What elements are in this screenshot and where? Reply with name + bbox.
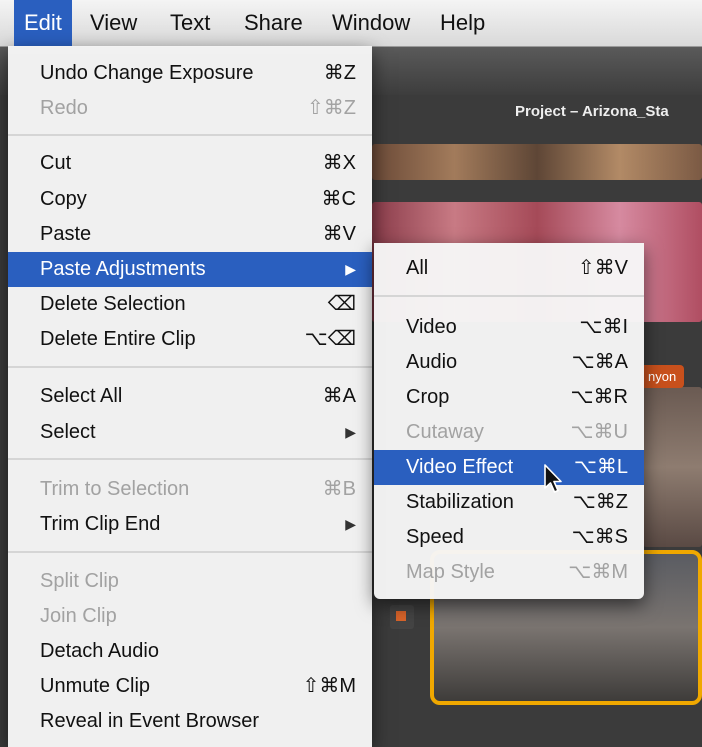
menu-bar: Edit View Text Share Window Help: [0, 0, 702, 47]
submenu-item-all[interactable]: All ⇧⌘V: [374, 251, 644, 286]
shortcut: ⌥⌘L: [573, 456, 628, 478]
shortcut: ⌥⌘S: [571, 526, 628, 548]
submenu-arrow-icon: ▶: [345, 424, 356, 440]
label: Copy: [40, 188, 87, 210]
label: Paste: [40, 223, 92, 245]
submenu-item-video-effect[interactable]: Video Effect ⌥⌘L: [374, 450, 644, 485]
label: Audio: [406, 351, 458, 373]
mouse-pointer-icon: [544, 464, 562, 493]
menu-item-trim-to-selection: Trim to Selection ⌘B: [8, 472, 372, 507]
menu-view[interactable]: View: [90, 0, 137, 46]
menu-window[interactable]: Window: [332, 0, 410, 46]
menu-text[interactable]: Text: [170, 0, 210, 46]
shortcut: ⇧⌘Z: [307, 97, 356, 119]
label: Split Clip: [40, 570, 119, 592]
clip-title-tag[interactable]: nyon: [640, 365, 685, 388]
menu-item-redo: Redo ⇧⌘Z: [8, 91, 372, 126]
menu-separator: [8, 551, 372, 553]
label: Crop: [406, 386, 450, 408]
clip-badge-icon[interactable]: [390, 605, 414, 629]
menu-item-paste-adjustments[interactable]: Paste Adjustments ▶: [8, 252, 372, 287]
label: Select All: [40, 385, 123, 407]
menu-item-cut[interactable]: Cut ⌘X: [8, 146, 372, 181]
menu-item-join-clip: Join Clip: [8, 599, 372, 634]
menu-separator: [374, 295, 644, 297]
label: Trim Clip End: [40, 513, 161, 535]
label: Stabilization: [406, 491, 514, 513]
menu-help[interactable]: Help: [440, 0, 485, 46]
menu-separator: [8, 134, 372, 136]
shortcut: ⌥⌘A: [571, 351, 628, 373]
shortcut: ⌘A: [322, 385, 356, 407]
paste-adjustments-submenu: All ⇧⌘V Video ⌥⌘I Audio ⌥⌘A Crop ⌥⌘R Cut…: [374, 243, 644, 599]
label: Reveal in Event Browser: [40, 710, 259, 732]
label: Video: [406, 316, 457, 338]
label: Cutaway: [406, 421, 484, 443]
menu-item-split-clip: Split Clip: [8, 564, 372, 599]
menu-item-select[interactable]: Select ▶: [8, 415, 372, 450]
label: Delete Selection: [40, 293, 186, 315]
submenu-item-audio[interactable]: Audio ⌥⌘A: [374, 345, 644, 380]
menu-item-unmute-clip[interactable]: Unmute Clip ⇧⌘M: [8, 669, 372, 704]
label: Undo Change Exposure: [40, 62, 254, 84]
submenu-item-video[interactable]: Video ⌥⌘I: [374, 310, 644, 345]
label: Select: [40, 421, 96, 443]
label: Paste Adjustments: [40, 258, 206, 280]
project-title: Project – Arizona_Sta: [515, 103, 669, 120]
shortcut: ⌥⌘I: [579, 316, 628, 338]
menu-separator: [8, 366, 372, 368]
submenu-item-crop[interactable]: Crop ⌥⌘R: [374, 380, 644, 415]
submenu-item-map-style: Map Style ⌥⌘M: [374, 555, 644, 590]
menu-item-detach-audio[interactable]: Detach Audio: [8, 634, 372, 669]
menu-edit[interactable]: Edit: [14, 0, 72, 46]
submenu-arrow-icon: ▶: [345, 261, 356, 277]
label: Delete Entire Clip: [40, 328, 196, 350]
label: Trim to Selection: [40, 478, 190, 500]
label: Cut: [40, 152, 72, 174]
shortcut: ⌘B: [322, 478, 356, 500]
submenu-item-stabilization[interactable]: Stabilization ⌥⌘Z: [374, 485, 644, 520]
shortcut: ⌫: [327, 293, 356, 315]
shortcut: ⌘Z: [323, 62, 356, 84]
label: Join Clip: [40, 605, 117, 627]
shortcut: ⇧⌘V: [577, 257, 628, 279]
label: Video Effect: [406, 456, 514, 478]
menu-item-delete-entire-clip[interactable]: Delete Entire Clip ⌥⌫: [8, 322, 372, 357]
submenu-item-cutaway: Cutaway ⌥⌘U: [374, 415, 644, 450]
label: Unmute Clip: [40, 675, 151, 697]
menu-separator: [8, 458, 372, 460]
menu-item-reveal-in-event-browser[interactable]: Reveal in Event Browser: [8, 704, 372, 739]
menu-item-undo[interactable]: Undo Change Exposure ⌘Z: [8, 56, 372, 91]
shortcut: ⌘C: [321, 188, 356, 210]
label: All: [406, 257, 429, 279]
menu-item-select-all[interactable]: Select All ⌘A: [8, 379, 372, 414]
shortcut: ⌥⌘R: [570, 386, 629, 408]
menu-item-trim-clip-end[interactable]: Trim Clip End ▶: [8, 507, 372, 542]
label: Detach Audio: [40, 640, 159, 662]
shortcut: ⌥⌘U: [570, 421, 629, 443]
shortcut: ⌥⌫: [304, 328, 356, 350]
shortcut: ⌥⌘M: [568, 561, 628, 583]
edit-menu: Undo Change Exposure ⌘Z Redo ⇧⌘Z Cut ⌘X …: [8, 46, 372, 747]
label: Redo: [40, 97, 88, 119]
menu-item-copy[interactable]: Copy ⌘C: [8, 182, 372, 217]
shortcut: ⌘V: [322, 223, 356, 245]
menu-item-delete-selection[interactable]: Delete Selection ⌫: [8, 287, 372, 322]
submenu-arrow-icon: ▶: [345, 516, 356, 532]
clip-thumbnail[interactable]: [372, 144, 702, 180]
clip-thumbnail[interactable]: [643, 387, 702, 547]
label: Speed: [406, 526, 464, 548]
shortcut: ⇧⌘M: [302, 675, 356, 697]
menu-share[interactable]: Share: [244, 0, 303, 46]
shortcut: ⌘X: [322, 152, 356, 174]
submenu-item-speed[interactable]: Speed ⌥⌘S: [374, 520, 644, 555]
menu-item-paste[interactable]: Paste ⌘V: [8, 217, 372, 252]
label: Map Style: [406, 561, 495, 583]
shortcut: ⌥⌘Z: [572, 491, 628, 513]
